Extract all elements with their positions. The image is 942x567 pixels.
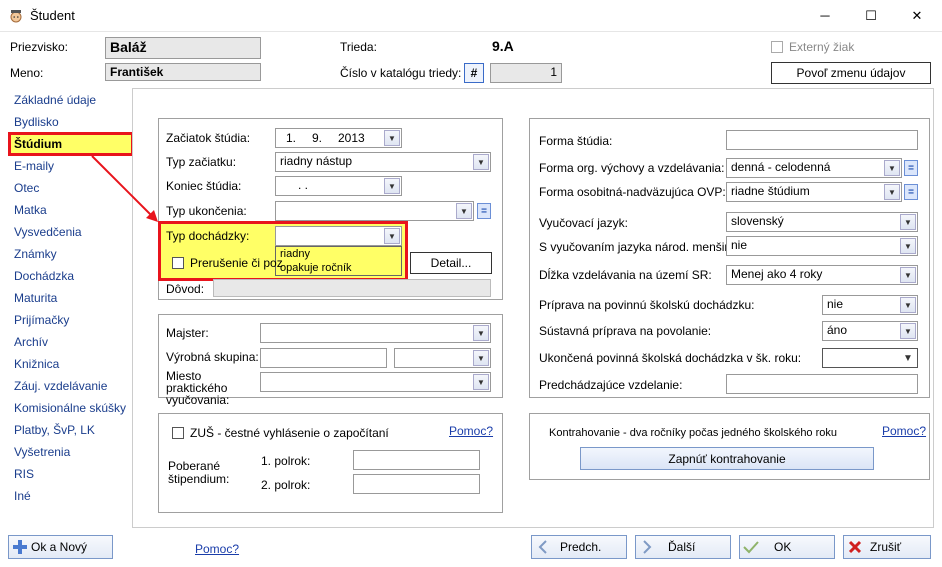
- next-label: Ďalší: [668, 540, 696, 554]
- checkmark-icon: [740, 540, 762, 554]
- org-select[interactable]: denná - celodenná ▼: [726, 158, 902, 178]
- ok-label: OK: [774, 540, 792, 554]
- prev-label: Predch.: [560, 540, 602, 554]
- master-label: Majster:: [166, 326, 209, 340]
- half1-input[interactable]: [353, 450, 480, 470]
- chevron-down-icon[interactable]: ▼: [900, 214, 916, 230]
- org-value: denná - celodenná: [731, 160, 831, 174]
- chevron-down-icon[interactable]: ▼: [900, 323, 916, 339]
- half2-input[interactable]: [353, 474, 480, 494]
- ovp-equals-button[interactable]: =: [904, 184, 918, 200]
- contract-enable-button[interactable]: Zapnúť kontrahovanie: [580, 447, 874, 470]
- org-equals-button[interactable]: =: [904, 160, 918, 176]
- lang-select[interactable]: slovenský ▼: [726, 212, 918, 232]
- chevron-down-icon[interactable]: ▼: [884, 160, 900, 176]
- chevron-down-icon[interactable]: ▼: [900, 297, 916, 313]
- previous-label: Predchádzajúce vzdelanie:: [539, 378, 683, 392]
- lang-label: Vyučovací jazyk:: [539, 216, 628, 230]
- scholarship-label: Poberané štipendium:: [168, 459, 230, 486]
- footer-help-link[interactable]: Pomoc?: [195, 542, 239, 556]
- minority-label: S vyučovaním jazyka národ. menšiny:: [539, 240, 741, 254]
- chevron-down-icon[interactable]: ▼: [900, 267, 916, 283]
- ovp-select[interactable]: riadne štúdium ▼: [726, 182, 902, 202]
- ok-new-label: Ok a Nový: [31, 540, 88, 554]
- cancel-button[interactable]: Zrušiť: [843, 535, 931, 559]
- contract-label: Kontrahovanie - dva ročníky počas jednéh…: [549, 427, 838, 439]
- prev-button[interactable]: Predch.: [531, 535, 627, 559]
- production-group-label: Výrobná skupina:: [166, 350, 259, 364]
- system-select[interactable]: áno ▼: [822, 321, 918, 341]
- finished-select[interactable]: ▼: [822, 348, 918, 368]
- length-label: Dĺžka vzdelávania na území SR:: [539, 268, 712, 282]
- form-label: Forma štúdia:: [539, 134, 613, 148]
- previous-input[interactable]: [726, 374, 918, 394]
- minority-select[interactable]: nie ▼: [726, 236, 918, 256]
- zus-checkbox[interactable]: [172, 427, 184, 439]
- red-x-icon: [844, 540, 866, 554]
- zus-label: ZUŠ - čestné vyhlásenie o započítaní: [190, 426, 389, 440]
- chevron-down-icon[interactable]: ▼: [473, 350, 489, 366]
- practice-place-label: Miesto praktického vyučovania:: [166, 369, 230, 407]
- chevron-left-icon: [532, 540, 554, 554]
- form-input[interactable]: [726, 130, 918, 150]
- ok-new-button[interactable]: Ok a Nový: [8, 535, 113, 559]
- system-label: Sústavná príprava na povolanie:: [539, 324, 712, 338]
- plus-icon: [9, 540, 31, 554]
- finished-label: Ukončená povinná školská dochádzka v šk.…: [539, 351, 802, 365]
- contract-help-link[interactable]: Pomoc?: [882, 424, 926, 438]
- prep-select[interactable]: nie ▼: [822, 295, 918, 315]
- prep-value: nie: [827, 297, 844, 311]
- length-value: Menej ako 4 roky: [731, 267, 823, 281]
- org-label: Forma org. výchovy a vzdelávania:: [539, 161, 725, 175]
- ovp-value: riadne štúdium: [731, 184, 810, 198]
- zus-help-link[interactable]: Pomoc?: [449, 424, 493, 438]
- ok-button[interactable]: OK: [739, 535, 835, 559]
- production-group-select[interactable]: ▼: [394, 348, 491, 368]
- chevron-down-icon[interactable]: ▼: [473, 325, 489, 341]
- ovp-label: Forma osobitná-nadväzujúca OVP:: [539, 185, 726, 199]
- half1-label: 1. polrok:: [261, 454, 311, 468]
- length-select[interactable]: Menej ako 4 roky ▼: [726, 265, 918, 285]
- cancel-label: Zrušiť: [870, 540, 902, 554]
- master-select[interactable]: ▼: [260, 323, 491, 343]
- half2-label: 2. polrok:: [261, 478, 311, 492]
- chevron-down-icon[interactable]: ▼: [473, 374, 489, 390]
- prep-label: Príprava na povinnú školskú dochádzku:: [539, 298, 755, 312]
- system-value: áno: [827, 323, 848, 337]
- chevron-down-icon[interactable]: ▼: [900, 350, 916, 366]
- chevron-down-icon[interactable]: ▼: [900, 238, 916, 254]
- lang-value: slovenský: [731, 214, 784, 228]
- chevron-right-icon: [636, 540, 658, 554]
- practice-place-select[interactable]: ▼: [260, 372, 491, 392]
- production-group-input[interactable]: [260, 348, 387, 368]
- next-button[interactable]: Ďalší: [635, 535, 731, 559]
- chevron-down-icon[interactable]: ▼: [884, 184, 900, 200]
- minority-value: nie: [731, 238, 748, 252]
